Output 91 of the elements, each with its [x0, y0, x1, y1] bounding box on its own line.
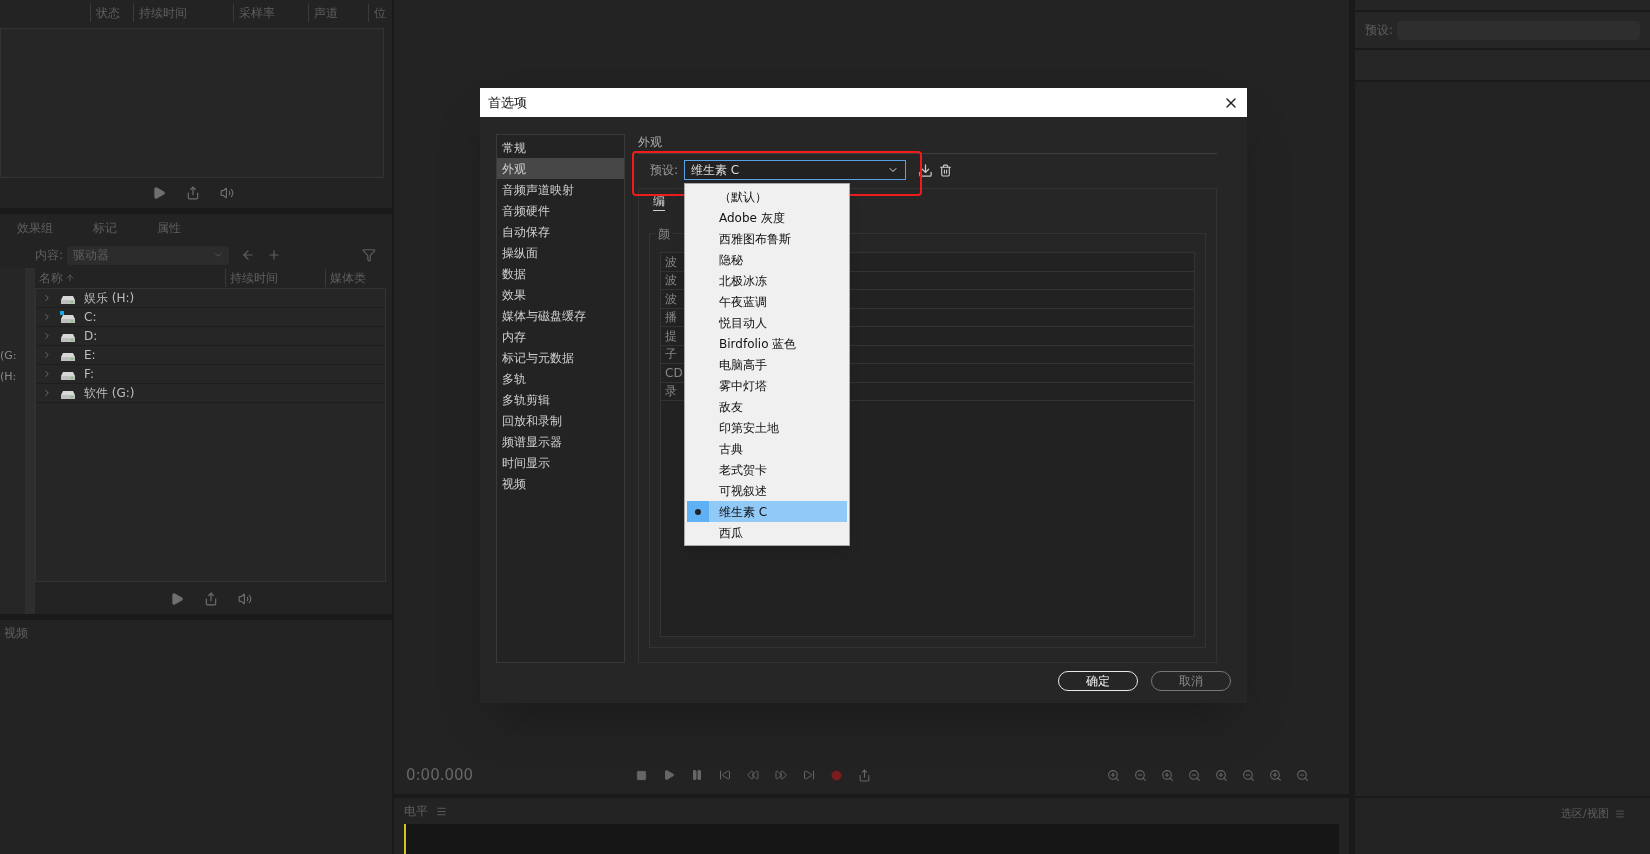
sidebar-item[interactable]: 标记与元数据 — [497, 347, 624, 368]
sidebar-item[interactable]: 频谱显示器 — [497, 431, 624, 452]
sidebar-item[interactable]: 常规 — [497, 137, 624, 158]
sidebar-item[interactable]: 外观 — [497, 158, 624, 179]
color-item[interactable]: 波 — [665, 252, 677, 271]
rewind-icon[interactable] — [747, 769, 759, 781]
folder-item[interactable]: (G: — [0, 348, 17, 365]
drive-item[interactable]: F: — [84, 365, 94, 383]
editor-tab[interactable]: 编 — [653, 192, 665, 211]
export-icon[interactable] — [186, 186, 200, 200]
drive-item[interactable]: E: — [84, 346, 96, 364]
chevron-down-icon — [213, 250, 224, 260]
bullet-icon — [695, 508, 701, 515]
dropdown-option[interactable]: 维生素 C — [687, 501, 847, 522]
zoom-in-icon[interactable] — [1215, 768, 1228, 782]
play-icon[interactable] — [169, 592, 184, 606]
drive-icon — [60, 311, 76, 323]
zoom-out-icon[interactable] — [1296, 768, 1309, 782]
preset-label: 预设: — [650, 162, 679, 179]
dropdown-option[interactable]: 老式贺卡 — [687, 459, 847, 480]
color-item[interactable]: 子 — [665, 345, 677, 364]
dropdown-option[interactable]: Adobe 灰度 — [687, 207, 847, 228]
drive-item[interactable]: 娱乐 (H:) — [84, 289, 135, 307]
fast-forward-icon[interactable] — [775, 769, 787, 781]
play-icon[interactable] — [152, 186, 166, 200]
color-item[interactable]: CD — [665, 363, 683, 382]
sidebar-item[interactable]: 回放和录制 — [497, 410, 624, 431]
speaker-icon[interactable] — [220, 186, 234, 200]
pause-icon[interactable] — [691, 769, 703, 781]
zoom-in-icon[interactable] — [1107, 768, 1120, 782]
dialog-title: 首选项 — [488, 93, 527, 112]
dropdown-option[interactable]: Birdfolio 蓝色 — [687, 333, 847, 354]
sidebar-item[interactable]: 时间显示 — [497, 452, 624, 473]
trash-icon[interactable] — [939, 163, 953, 177]
group-label: 颜 — [656, 225, 672, 243]
zoom-out-icon[interactable] — [1134, 768, 1147, 782]
dropdown-option[interactable]: 印第安土地 — [687, 417, 847, 438]
folder-item[interactable]: (H: — [0, 368, 17, 385]
menu-icon[interactable] — [1614, 809, 1625, 820]
sort-arrow-icon — [65, 273, 75, 283]
dropdown-option[interactable]: 北极冰冻 — [687, 270, 847, 291]
color-item[interactable]: 波 — [665, 289, 677, 308]
skip-back-icon[interactable] — [719, 769, 731, 781]
dropdown-option[interactable]: 可视叙述 — [687, 480, 847, 501]
drive-item[interactable]: C: — [84, 308, 97, 326]
zoom-out-icon[interactable] — [1188, 768, 1201, 782]
sidebar-item[interactable]: 内存 — [497, 326, 624, 347]
dropdown-option[interactable]: 隐秘 — [687, 249, 847, 270]
record-icon[interactable] — [831, 769, 842, 781]
back-icon[interactable] — [241, 248, 256, 262]
export-icon[interactable] — [858, 768, 871, 782]
sidebar-item[interactable]: 媒体与磁盘缓存 — [497, 305, 624, 326]
color-item[interactable]: 波 — [665, 271, 677, 290]
section-title: 外观 — [638, 134, 662, 151]
speaker-icon[interactable] — [237, 592, 252, 606]
sidebar-item[interactable]: 多轨 — [497, 368, 624, 389]
zoom-in-icon[interactable] — [1161, 768, 1174, 782]
sidebar-item[interactable]: 音频硬件 — [497, 200, 624, 221]
preset-dropdown[interactable]: 维生素 C — [684, 160, 907, 180]
color-item[interactable]: 录 — [665, 382, 677, 401]
dropdown-option[interactable]: 西瓜 — [687, 522, 847, 543]
skip-forward-icon[interactable] — [803, 769, 815, 781]
dropdown-option[interactable]: 敌友 — [687, 396, 847, 417]
sidebar-item[interactable]: 数据 — [497, 263, 624, 284]
zoom-out-icon[interactable] — [1242, 768, 1255, 782]
sidebar-item[interactable]: 视频 — [497, 473, 624, 494]
color-item[interactable]: 提 — [665, 326, 677, 345]
dropdown-option[interactable]: 西雅图布鲁斯 — [687, 228, 847, 249]
sidebar-item[interactable]: 操纵面 — [497, 242, 624, 263]
download-icon[interactable] — [918, 162, 934, 178]
dropdown-option[interactable]: 雾中灯塔 — [687, 375, 847, 396]
dropdown-option[interactable]: （默认） — [687, 186, 847, 207]
time-display: 0:00.000 — [406, 764, 475, 786]
dropdown-option[interactable]: 午夜蓝调 — [687, 291, 847, 312]
dropdown-option[interactable]: 电脑高手 — [687, 354, 847, 375]
drive-item[interactable]: D: — [84, 327, 98, 345]
sidebar-item[interactable]: 自动保存 — [497, 221, 624, 242]
color-item[interactable]: 播 — [665, 308, 677, 327]
play-icon[interactable] — [663, 769, 675, 781]
filter-icon[interactable] — [362, 248, 376, 262]
export-icon[interactable] — [203, 592, 218, 606]
sidebar-item[interactable]: 音频声道映射 — [497, 179, 624, 200]
dropdown-option[interactable]: 悦目动人 — [687, 312, 847, 333]
zoom-in-icon[interactable] — [1269, 768, 1282, 782]
sidebar-item[interactable]: 多轨剪辑 — [497, 389, 624, 410]
sidebar-item[interactable]: 效果 — [497, 284, 624, 305]
menu-icon[interactable] — [436, 805, 447, 817]
stop-icon[interactable] — [636, 769, 647, 781]
drive-item[interactable]: 软件 (G:) — [84, 384, 135, 402]
plus-icon[interactable] — [267, 248, 282, 262]
dropdown-option[interactable]: 古典 — [687, 438, 847, 459]
